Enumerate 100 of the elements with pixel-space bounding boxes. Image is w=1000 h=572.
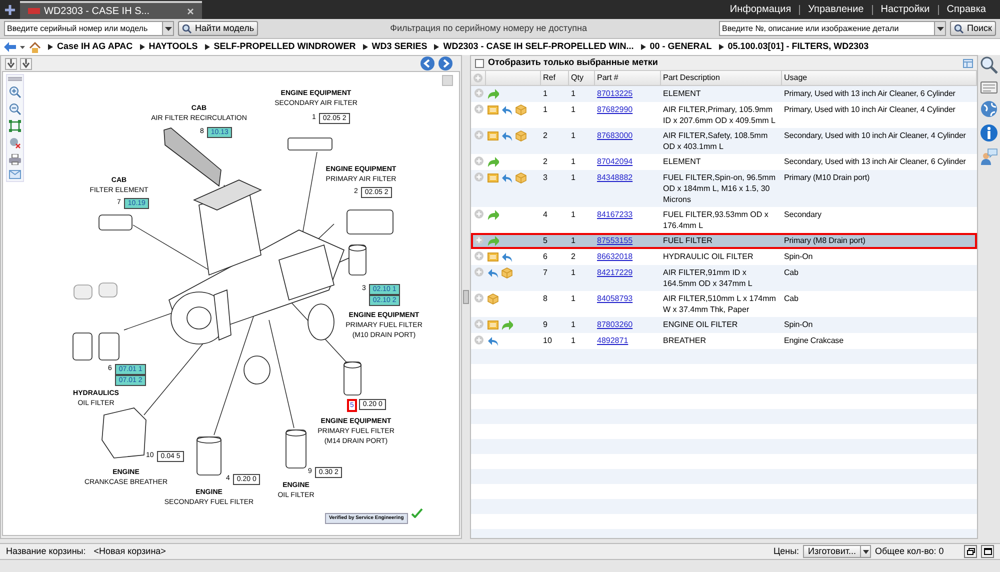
return-arrow-icon[interactable] bbox=[501, 104, 513, 116]
zoom-in-icon[interactable] bbox=[9, 86, 21, 98]
home-icon[interactable] bbox=[29, 42, 41, 52]
dropdown-caret-icon[interactable] bbox=[164, 26, 172, 30]
maximize-button[interactable] bbox=[981, 545, 994, 558]
table-row[interactable]: 1 1 87013225 ELEMENT Primary, Used with 13 inch Air Cleaner, 6 Cylinder bbox=[471, 86, 977, 102]
note-icon[interactable] bbox=[487, 251, 499, 263]
part-number-link[interactable]: 84058793 bbox=[597, 294, 633, 303]
dropdown-caret-icon[interactable] bbox=[936, 26, 944, 30]
column-header[interactable]: Part Description bbox=[661, 71, 782, 85]
add-icon[interactable] bbox=[474, 156, 484, 166]
clear-marks-icon[interactable] bbox=[9, 137, 21, 149]
splitter-handle[interactable] bbox=[463, 290, 469, 304]
add-icon[interactable] bbox=[474, 235, 484, 245]
part-number-link[interactable]: 4892871 bbox=[597, 336, 628, 345]
add-icon[interactable] bbox=[474, 319, 484, 329]
package-icon[interactable] bbox=[501, 267, 513, 279]
table-row[interactable]: 7 1 84217229 AIR FILTER,91mm ID x 164.5mm OD x 347mm L Cab bbox=[471, 265, 977, 291]
breadcrumb-link[interactable]: SELF-PROPELLED WINDROWER bbox=[214, 40, 356, 54]
breadcrumb-link[interactable]: Case IH AG APAC bbox=[57, 40, 133, 54]
table-row[interactable]: 2 1 87683000 AIR FILTER,Safety, 108.5mm OD x 403.1mm L Secondary, Used with 10 inch Air Cleaner, 4 Cylinder bbox=[471, 128, 977, 154]
browser-tab[interactable]: WD2303 - CASE IH S... bbox=[20, 1, 202, 19]
prices-dropdown[interactable]: Изготовит... bbox=[803, 545, 871, 558]
add-icon[interactable] bbox=[474, 172, 484, 182]
globe-icon[interactable] bbox=[980, 100, 998, 118]
scroll-square[interactable] bbox=[442, 75, 453, 86]
combo-field[interactable]: Введите серийный номер или модель bbox=[4, 21, 174, 36]
print-icon[interactable] bbox=[9, 154, 21, 165]
forward-arrow-icon[interactable] bbox=[487, 209, 499, 221]
return-arrow-icon[interactable] bbox=[487, 335, 499, 347]
part-number-link[interactable]: 84217229 bbox=[597, 268, 633, 277]
add-icon[interactable] bbox=[474, 130, 484, 140]
checkbox[interactable] bbox=[475, 58, 484, 68]
part-number-link[interactable]: 87683000 bbox=[597, 131, 633, 140]
part-number-link[interactable]: 87013225 bbox=[597, 89, 633, 98]
combo-field[interactable]: Введите №, описание или изображение детали bbox=[719, 21, 946, 36]
package-icon[interactable] bbox=[487, 293, 499, 305]
forward-arrow-icon[interactable] bbox=[487, 235, 499, 247]
column-header[interactable]: Usage bbox=[782, 71, 977, 85]
fit-view-icon[interactable] bbox=[9, 120, 21, 132]
add-icon[interactable] bbox=[474, 209, 484, 219]
restore-window-button[interactable] bbox=[964, 545, 977, 558]
column-header[interactable]: Qty bbox=[569, 71, 595, 85]
note-icon[interactable] bbox=[487, 130, 499, 142]
support-chat-icon[interactable] bbox=[980, 148, 998, 166]
table-row[interactable]: 5 1 87553155 FUEL FILTER Primary (M8 Drain port) bbox=[471, 233, 977, 249]
add-icon[interactable] bbox=[474, 251, 484, 261]
table-row[interactable]: 9 1 87803260 ENGINE OIL FILTER Spin-On bbox=[471, 317, 977, 333]
menu-link[interactable]: Настройки bbox=[872, 2, 938, 17]
search-icon[interactable] bbox=[980, 56, 998, 74]
part-number-link[interactable]: 86632018 bbox=[597, 252, 633, 261]
columns-icon[interactable] bbox=[963, 58, 973, 68]
forward-arrow-icon[interactable] bbox=[501, 319, 513, 331]
close-icon[interactable] bbox=[187, 8, 194, 14]
forward-arrow-icon[interactable] bbox=[487, 88, 499, 100]
add-all-icon[interactable] bbox=[473, 73, 483, 83]
breadcrumb-link[interactable]: 05.100.03[01] - FILTERS, WD2303 bbox=[728, 40, 869, 54]
breadcrumb-link[interactable]: HAYTOOLS bbox=[148, 40, 198, 54]
note-icon[interactable] bbox=[487, 319, 499, 331]
breadcrumb-link[interactable]: 00 - GENERAL bbox=[650, 40, 712, 54]
note-icon[interactable] bbox=[487, 172, 499, 184]
find-model-button[interactable]: Найти модель bbox=[178, 21, 258, 36]
column-header[interactable]: Ref bbox=[541, 71, 569, 85]
add-icon[interactable] bbox=[474, 293, 484, 303]
breadcrumb-link[interactable]: WD2303 - CASE IH SELF-PROPELLED WIN... bbox=[443, 40, 634, 54]
menu-link[interactable]: Справка bbox=[938, 2, 994, 17]
part-number-link[interactable]: 84348882 bbox=[597, 173, 633, 182]
dropdown-caret-icon[interactable] bbox=[862, 550, 868, 554]
package-icon[interactable] bbox=[515, 104, 527, 116]
back-arrow-icon[interactable] bbox=[4, 42, 16, 52]
part-number-link[interactable]: 87682990 bbox=[597, 105, 633, 114]
grip-icon[interactable] bbox=[8, 77, 22, 81]
search-button[interactable]: Поиск bbox=[950, 21, 996, 36]
part-number-link[interactable]: 84167233 bbox=[597, 210, 633, 219]
return-arrow-icon[interactable] bbox=[487, 267, 499, 279]
part-number-link[interactable]: 87042094 bbox=[597, 157, 633, 166]
menu-link[interactable]: Управление bbox=[800, 2, 872, 17]
table-row[interactable]: 3 1 84348882 FUEL FILTER,Spin-on, 96.5mm OD x 184mm L, M16 x 1.5, 30 Microns Primary (M10 Drain port) bbox=[471, 170, 977, 207]
add-icon[interactable] bbox=[474, 104, 484, 114]
column-header[interactable]: Part # bbox=[595, 71, 661, 85]
menu-link[interactable]: Информация bbox=[722, 2, 800, 17]
return-arrow-icon[interactable] bbox=[501, 251, 513, 263]
return-arrow-icon[interactable] bbox=[501, 130, 513, 142]
package-icon[interactable] bbox=[515, 130, 527, 142]
dropdown-caret-icon[interactable] bbox=[20, 46, 25, 48]
breadcrumb-link[interactable]: WD3 SERIES bbox=[372, 40, 428, 54]
package-icon[interactable] bbox=[515, 172, 527, 184]
part-number-link[interactable]: 87803260 bbox=[597, 320, 633, 329]
add-icon[interactable] bbox=[474, 335, 484, 345]
table-cell-text: 1 bbox=[542, 88, 548, 99]
email-icon[interactable] bbox=[9, 170, 21, 179]
info-icon[interactable] bbox=[980, 124, 998, 142]
note-icon[interactable] bbox=[487, 104, 499, 116]
forward-arrow-icon[interactable] bbox=[487, 156, 499, 168]
return-arrow-icon[interactable] bbox=[501, 172, 513, 184]
zoom-out-icon[interactable] bbox=[9, 103, 21, 115]
part-number-link[interactable]: 87553155 bbox=[597, 236, 633, 245]
add-icon[interactable] bbox=[474, 267, 484, 277]
add-icon[interactable] bbox=[474, 88, 484, 98]
newspaper-icon[interactable] bbox=[980, 80, 998, 94]
